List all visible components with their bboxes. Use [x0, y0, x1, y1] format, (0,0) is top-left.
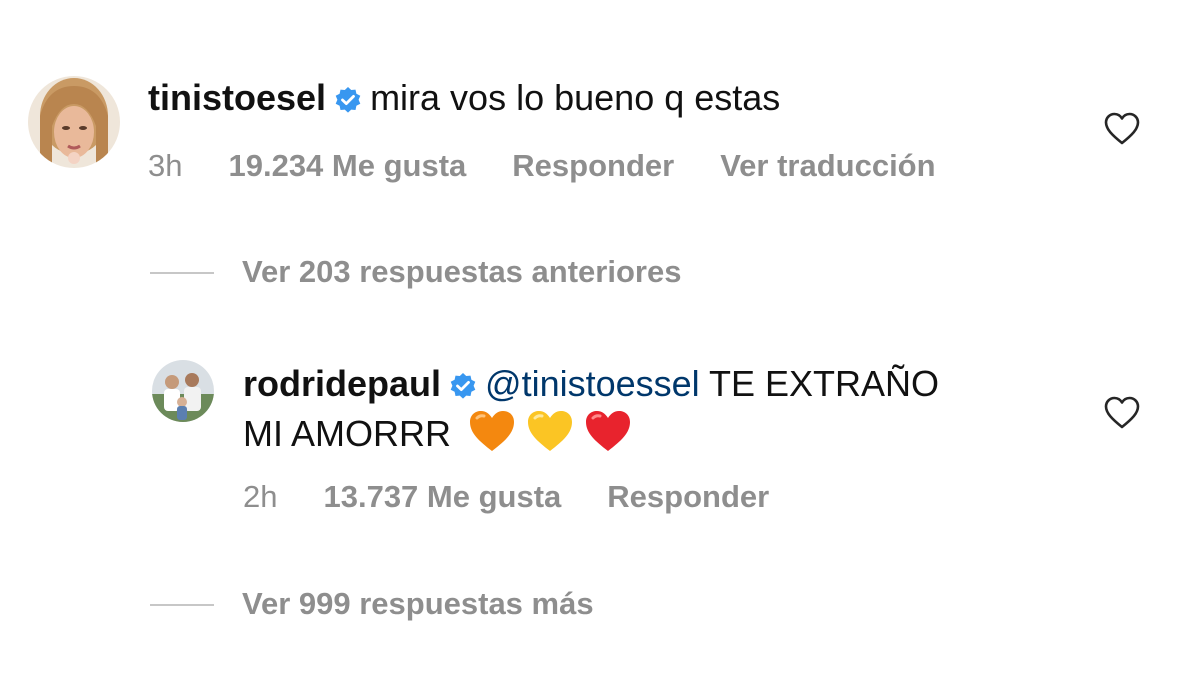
verified-badge-icon [334, 80, 362, 124]
comment-meta: 3h 19.234 Me gusta Responder Ver traducción [148, 148, 936, 184]
comment-text-line-2: MI AMORRR [243, 408, 633, 464]
mention-link[interactable]: @tinistoessel [485, 363, 700, 404]
comment-text-line: rodridepaul @tinistoessel TE EXTRAÑO [243, 362, 939, 410]
comment-body: TE EXTRAÑO [699, 363, 940, 404]
translate-button[interactable]: Ver traducción [720, 148, 935, 183]
likes-count[interactable]: 19.234 Me gusta [228, 148, 466, 183]
comment-body-2: MI AMORRR [243, 413, 452, 454]
timestamp[interactable]: 3h [148, 148, 182, 183]
comment-text-line: tinistoesel mira vos lo bueno q estas [148, 76, 780, 124]
comment-body: mira vos lo bueno q estas [370, 77, 781, 118]
timestamp[interactable]: 2h [243, 479, 277, 514]
comment-meta: 2h 13.737 Me gusta Responder [243, 479, 769, 515]
view-replies-label[interactable]: Ver 203 respuestas anteriores [242, 252, 681, 292]
comments-panel: tinistoesel mira vos lo bueno q estas 3h 1… [0, 0, 1200, 675]
orange-heart-emoji [467, 408, 517, 464]
replies-divider [150, 272, 214, 274]
red-heart-emoji [583, 408, 633, 464]
avatar-image [28, 76, 120, 168]
likes-count[interactable]: 13.737 Me gusta [323, 479, 561, 514]
replies-divider [150, 604, 214, 606]
view-more-replies[interactable]: Ver 999 respuestas más [150, 584, 750, 624]
reply-button[interactable]: Responder [512, 148, 674, 183]
like-heart-icon[interactable] [1104, 112, 1140, 151]
comment-tinistoessel: tinistoesel mira vos lo bueno q estas 3h 1… [0, 0, 1200, 200]
avatar-tinistoessel[interactable] [28, 76, 120, 168]
avatar-rodridepaul[interactable] [152, 360, 214, 422]
username[interactable]: tinistoesel [148, 77, 326, 118]
view-previous-replies[interactable]: Ver 203 respuestas anteriores [150, 252, 850, 292]
verified-badge-icon [449, 366, 477, 410]
avatar-image [152, 360, 214, 422]
view-replies-label[interactable]: Ver 999 respuestas más [242, 584, 594, 624]
like-heart-icon[interactable] [1104, 396, 1140, 435]
username[interactable]: rodridepaul [243, 363, 441, 404]
yellow-heart-emoji [525, 408, 575, 464]
reply-button[interactable]: Responder [607, 479, 769, 514]
